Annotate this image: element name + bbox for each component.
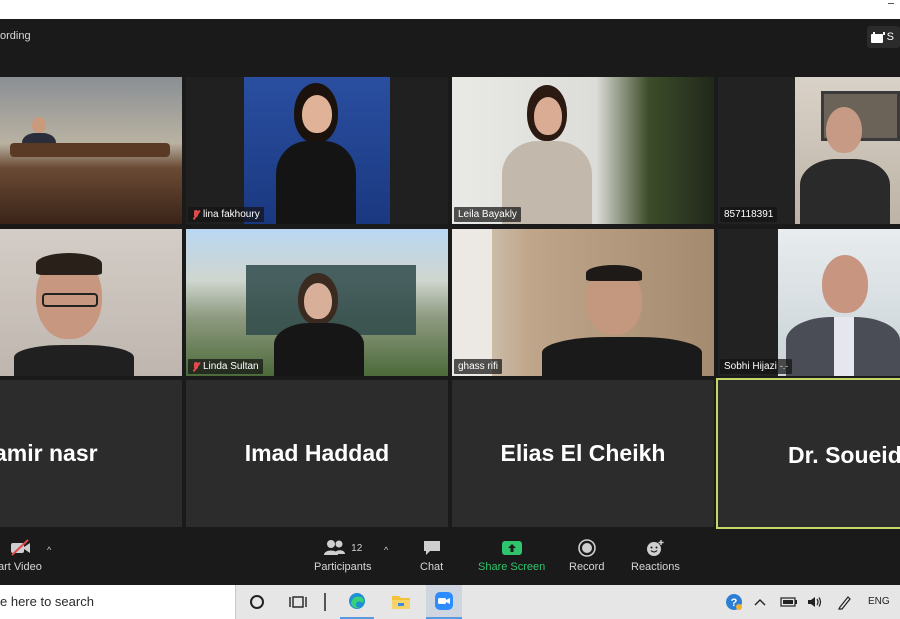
meeting-top-bar: ording S bbox=[0, 19, 900, 59]
minimize-icon[interactable] bbox=[888, 3, 894, 4]
participants-label: Participants bbox=[314, 561, 372, 573]
participants-options-caret-icon[interactable]: ^ bbox=[384, 545, 392, 555]
participant-figure bbox=[274, 273, 364, 376]
recording-label: ording bbox=[0, 30, 31, 42]
name-tile-11[interactable]: Elias El Cheikh bbox=[452, 380, 714, 527]
taskbar-search-input[interactable]: e here to search bbox=[0, 585, 236, 619]
participants-icon: 12 bbox=[323, 539, 362, 557]
pen-icon[interactable] bbox=[834, 585, 856, 619]
participant-shirt bbox=[834, 317, 854, 376]
show-hidden-icons-chevron-icon[interactable] bbox=[750, 585, 770, 619]
file-explorer-icon[interactable] bbox=[384, 585, 418, 619]
participant-name: Linda Sultan bbox=[203, 361, 259, 372]
windows-taskbar: e here to search ? ENG bbox=[0, 585, 900, 619]
edge-browser-icon[interactable] bbox=[340, 585, 374, 619]
view-button[interactable]: S bbox=[866, 26, 900, 48]
video-tile-5[interactable] bbox=[0, 229, 182, 376]
participant-name-tag: 857118391 bbox=[720, 207, 778, 222]
start-video-label: art Video bbox=[0, 561, 42, 573]
name-tile-12-active-speaker[interactable]: Dr. Soueid bbox=[716, 378, 900, 529]
participant-name: ghass rifi bbox=[458, 361, 499, 372]
participants-count: 12 bbox=[351, 542, 363, 554]
participant-hair bbox=[586, 265, 642, 281]
taskbar-divider bbox=[320, 585, 330, 619]
participant-name: lina fakhoury bbox=[203, 209, 260, 220]
participant-figure bbox=[542, 265, 702, 376]
chat-icon bbox=[422, 539, 442, 557]
meeting-toolbar: art Video ^ 12 Participants ^ Chat Share… bbox=[0, 531, 900, 585]
battery-icon[interactable] bbox=[778, 585, 800, 619]
participant-display-name: Imad Haddad bbox=[244, 440, 390, 466]
video-options-caret-icon[interactable]: ^ bbox=[47, 545, 55, 555]
video-tile-3[interactable]: Leila Bayakly bbox=[452, 77, 714, 224]
participant-display-name: Dr. Soueid bbox=[788, 442, 900, 468]
video-tile-4[interactable]: 857118391 bbox=[718, 77, 900, 224]
muted-mic-icon bbox=[192, 209, 200, 220]
gallery-view-icon bbox=[870, 31, 885, 43]
participant-video bbox=[14, 253, 134, 376]
share-screen-button[interactable]: Share Screen bbox=[478, 539, 545, 573]
share-screen-label: Share Screen bbox=[478, 561, 546, 573]
record-icon bbox=[577, 539, 597, 557]
video-tile-6[interactable]: Linda Sultan bbox=[186, 229, 448, 376]
participant-display-name: Elias El Cheikh bbox=[500, 440, 666, 466]
window-top-strip bbox=[0, 0, 900, 19]
video-tile-2[interactable]: lina fakhoury bbox=[186, 77, 448, 224]
task-view-icon[interactable] bbox=[284, 585, 312, 619]
connection-icon: -.- bbox=[779, 361, 789, 371]
video-tile-8[interactable]: Sobhi Hijazi -.- bbox=[718, 229, 900, 376]
participant-name-tag: Leila Bayakly bbox=[454, 207, 521, 222]
reactions-icon bbox=[644, 539, 666, 557]
chat-button[interactable]: Chat bbox=[420, 539, 443, 573]
participant-figure bbox=[266, 81, 366, 224]
participant-name-tag: lina fakhoury bbox=[188, 207, 264, 222]
video-tile-7[interactable]: ghass rifi bbox=[452, 229, 714, 376]
participant-name-tag: Linda Sultan bbox=[188, 359, 263, 374]
participant-name-tag: Sobhi Hijazi -.- bbox=[720, 359, 793, 374]
search-placeholder: e here to search bbox=[0, 594, 94, 609]
conference-table bbox=[10, 143, 170, 157]
gallery-grid: lina fakhoury Leila Bayakly 857118391 Li… bbox=[0, 59, 900, 531]
participant-glasses bbox=[42, 293, 98, 307]
video-off-icon bbox=[8, 539, 32, 557]
record-label: Record bbox=[569, 561, 605, 573]
name-tile-10[interactable]: Imad Haddad bbox=[186, 380, 448, 527]
reactions-button[interactable]: Reactions bbox=[631, 539, 680, 573]
participant-name: Sobhi Hijazi bbox=[724, 361, 777, 372]
zoom-app-icon[interactable] bbox=[426, 585, 462, 619]
help-icon[interactable]: ? bbox=[722, 585, 746, 619]
flag bbox=[452, 229, 492, 376]
language-indicator[interactable]: ENG bbox=[868, 596, 890, 607]
participant-name: 857118391 bbox=[724, 209, 774, 220]
participant-figure bbox=[796, 107, 890, 224]
name-tile-9[interactable]: amir nasr bbox=[0, 380, 182, 527]
record-button[interactable]: Record bbox=[569, 539, 604, 573]
start-video-button[interactable]: art Video bbox=[0, 539, 42, 573]
cortana-icon[interactable] bbox=[244, 585, 270, 619]
participant-name-tag: ghass rifi bbox=[454, 359, 503, 374]
muted-mic-icon bbox=[192, 361, 200, 372]
participant-hair bbox=[36, 253, 102, 275]
participant-display-name: amir nasr bbox=[0, 440, 98, 466]
share-screen-icon bbox=[501, 539, 523, 557]
participant-name: Leila Bayakly bbox=[458, 209, 517, 220]
participants-button[interactable]: 12 Participants bbox=[314, 539, 371, 573]
chat-label: Chat bbox=[420, 561, 444, 573]
participant-video bbox=[492, 85, 602, 224]
reactions-label: Reactions bbox=[631, 561, 680, 573]
volume-icon[interactable] bbox=[804, 585, 826, 619]
participant-figure bbox=[786, 255, 900, 376]
video-tile-1[interactable] bbox=[0, 77, 182, 224]
view-button-label: S bbox=[886, 31, 894, 43]
